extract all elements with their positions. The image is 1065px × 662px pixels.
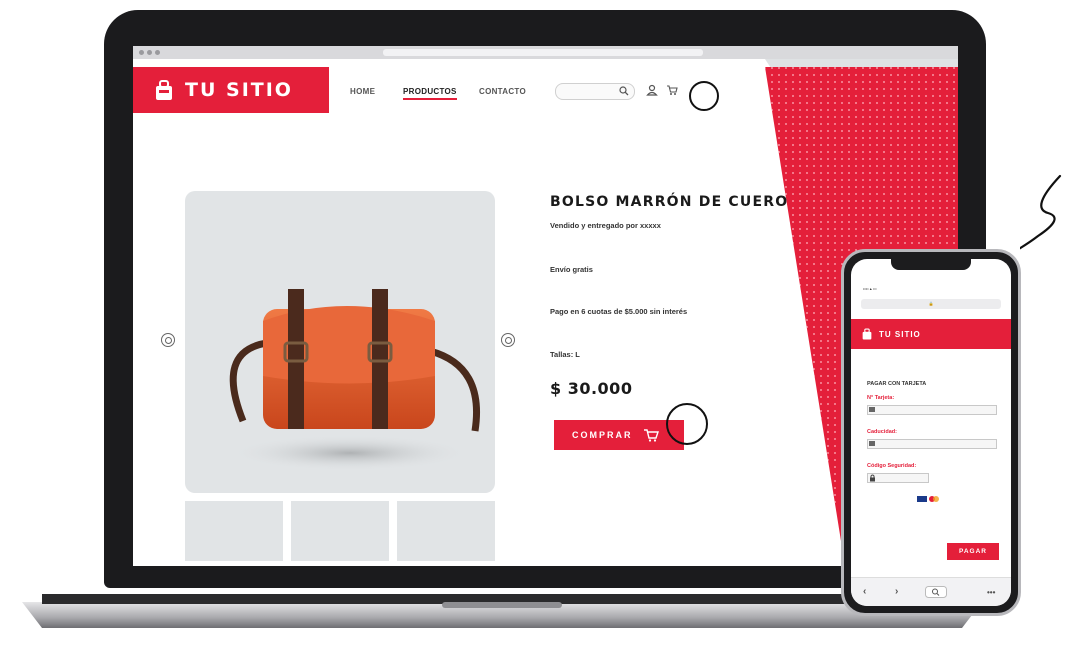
card-brands-icon [917, 496, 939, 502]
user-icon[interactable] [646, 84, 658, 96]
product-title: BOLSO MARRÓN DE CUERO [550, 194, 789, 210]
site-logo[interactable]: TU SITIO [133, 67, 329, 113]
laptop-screen: TU SITIO HOME PRODUCTOS CONTACTO BOLSO M… [133, 46, 958, 566]
forward-icon[interactable]: › [895, 586, 898, 597]
window-control[interactable] [147, 50, 152, 55]
buy-button[interactable]: COMPRAR [554, 420, 684, 450]
search-icon[interactable] [619, 86, 629, 96]
phone-notch [891, 259, 971, 270]
phone-status-bar: •••• ▴ ▭ [863, 286, 877, 291]
bag-logo-icon [156, 80, 172, 100]
laptop-base [22, 594, 982, 628]
window-control[interactable] [139, 50, 144, 55]
shipping-info: Envío gratis [550, 265, 593, 274]
mobile-browser-toolbar: ‹ › ••• [851, 577, 1011, 606]
security-code-label: Código Seguridad: [867, 463, 917, 469]
cart-icon[interactable] [666, 84, 678, 96]
thumbnail[interactable] [397, 501, 495, 561]
product-price: $ 30.000 [550, 379, 633, 398]
smartphone-screen: •••• ▴ ▭ 🔒 TU SITIO PAGAR CON TARJETA N°… [851, 259, 1011, 606]
security-code-field[interactable] [867, 473, 929, 483]
expiry-field[interactable] [867, 439, 997, 449]
search-input[interactable] [555, 83, 635, 100]
buy-button-label: COMPRAR [572, 430, 633, 440]
nav-home[interactable]: HOME [350, 87, 375, 96]
ecommerce-page: TU SITIO HOME PRODUCTOS CONTACTO BOLSO M… [133, 59, 958, 566]
pay-button[interactable]: PAGAR [947, 543, 999, 560]
address-bar[interactable] [383, 49, 703, 56]
highlight-circle [666, 403, 708, 445]
thumbnail[interactable] [185, 501, 283, 561]
seller-info: Vendido y entregado por xxxxx [550, 221, 661, 230]
search-icon[interactable] [925, 586, 947, 598]
thumbnail[interactable] [291, 501, 389, 561]
sizes-info: Tallas: L [550, 350, 580, 359]
installments-info: Pago en 6 cuotas de $5.000 sin interés [550, 307, 688, 316]
nav-contacto[interactable]: CONTACTO [479, 87, 526, 96]
nav-productos[interactable]: PRODUCTOS [403, 87, 457, 100]
bag-logo-icon [862, 328, 872, 340]
back-icon[interactable]: ‹ [863, 586, 866, 597]
expiry-label: Caducidad: [867, 429, 897, 435]
mobile-site-header[interactable]: TU SITIO [851, 319, 1011, 349]
product-image [185, 191, 495, 493]
cart-icon [643, 429, 659, 442]
highlight-circle [689, 81, 719, 111]
lock-icon [870, 474, 875, 482]
card-number-label: N° Tarjeta: [867, 395, 895, 401]
scribble-mark [1020, 174, 1062, 250]
card-number-field[interactable] [867, 405, 997, 415]
brand-name: TU SITIO [185, 79, 293, 101]
mobile-brand-name: TU SITIO [879, 329, 921, 339]
mobile-address-bar[interactable]: 🔒 [861, 299, 1001, 309]
next-arrow-icon[interactable] [501, 333, 515, 347]
more-options-icon[interactable]: ••• [987, 588, 995, 597]
leather-bag-image [229, 289, 480, 471]
payment-form-title: PAGAR CON TARJETA [867, 381, 927, 387]
browser-toolbar [133, 46, 958, 60]
prev-arrow-icon[interactable] [161, 333, 175, 347]
window-control[interactable] [155, 50, 160, 55]
